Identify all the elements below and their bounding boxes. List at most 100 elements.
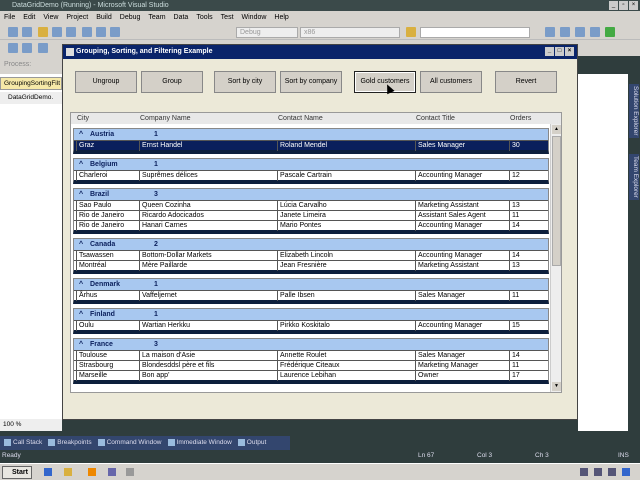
copy-icon[interactable]	[96, 27, 106, 37]
tray-icon[interactable]	[608, 468, 616, 476]
sort-by-company-button[interactable]: Sort by company	[280, 71, 342, 93]
tab-command-window[interactable]: Command Window	[97, 439, 162, 447]
tray-icon[interactable]	[594, 468, 602, 476]
table-row[interactable]: Rio de Janeiro Hanari Carnes Mario Pontes A…	[74, 220, 548, 231]
table-row[interactable]: Tsawassen Bottom-Dollar Markets Elizabeth …	[74, 250, 548, 261]
column-header-city[interactable]: City	[77, 113, 89, 124]
column-header-contact-title[interactable]: Contact Title	[416, 113, 455, 124]
group-header[interactable]: ^ Denmark 1	[74, 279, 548, 290]
collapse-icon[interactable]: ^	[79, 129, 83, 140]
platform-select[interactable]: x86	[300, 27, 400, 38]
menu-tools[interactable]: Tools	[196, 11, 212, 24]
toolbox-icon[interactable]	[590, 27, 600, 37]
collapse-icon[interactable]: ^	[79, 239, 83, 250]
column-header-contact-name[interactable]: Contact Name	[278, 113, 323, 124]
close-button[interactable]: ×	[629, 1, 638, 10]
sort-by-city-button[interactable]: Sort by city	[214, 71, 276, 93]
explorer-icon[interactable]	[64, 468, 72, 476]
ie-icon[interactable]	[44, 468, 52, 476]
menu-debug[interactable]: Debug	[120, 11, 141, 24]
group-button[interactable]: Group	[141, 71, 203, 93]
group-header[interactable]: ^ Austria 1	[74, 129, 548, 140]
tab-breakpoints[interactable]: Breakpoints	[48, 439, 92, 447]
table-row[interactable]: Sao Paulo Queen Cozinha Lúcia Carvalho Mark…	[74, 200, 548, 211]
collapse-icon[interactable]: ^	[79, 159, 83, 170]
media-icon[interactable]	[88, 468, 96, 476]
object-browser-icon[interactable]	[575, 27, 585, 37]
menu-file[interactable]: File	[4, 11, 15, 24]
menu-build[interactable]: Build	[96, 11, 112, 24]
team-explorer-tab[interactable]: Team Explorer	[629, 154, 639, 200]
all-customers-button[interactable]: All customers	[420, 71, 482, 93]
zoom-level[interactable]: 100 %	[0, 419, 62, 431]
layout-icon[interactable]	[8, 43, 18, 53]
collapse-icon[interactable]: ^	[79, 309, 83, 320]
group-header[interactable]: ^ Finland 1	[74, 309, 548, 320]
menu-view[interactable]: View	[43, 11, 58, 24]
group-header[interactable]: ^ Brazil 3	[74, 189, 548, 200]
save-all-icon[interactable]	[66, 27, 76, 37]
cut-icon[interactable]	[82, 27, 92, 37]
vertical-scrollbar[interactable]: ▲ ▼	[550, 124, 561, 392]
table-row[interactable]: Rio de Janeiro Ricardo Adocicados Janete L…	[74, 210, 548, 221]
tray-icon[interactable]	[580, 468, 588, 476]
menu-data[interactable]: Data	[174, 11, 189, 24]
properties-icon[interactable]	[560, 27, 570, 37]
tab-order-icon[interactable]	[38, 43, 48, 53]
open-icon[interactable]	[38, 27, 48, 37]
dialog-close-button[interactable]: ×	[565, 47, 574, 56]
dialog-maximize-button[interactable]: □	[555, 47, 564, 56]
dialog-minimize-button[interactable]: _	[545, 47, 554, 56]
config-select[interactable]: Debug	[236, 27, 298, 38]
group-header[interactable]: ^ France 3	[74, 339, 548, 350]
menu-project[interactable]: Project	[66, 11, 88, 24]
document-tab[interactable]: GroupingSortingFilt	[0, 77, 62, 90]
table-row[interactable]: Marseille Bon app' Laurence Lebihan Owner 17	[74, 370, 548, 381]
solution-explorer-icon[interactable]	[545, 27, 555, 37]
menu-edit[interactable]: Edit	[23, 11, 35, 24]
table-row[interactable]: Oulu Wartian Herkku Pirkko Koskitalo Accoun…	[74, 320, 548, 331]
table-row[interactable]: Graz Ernst Handel Roland Mendel Sales Manag…	[74, 140, 548, 151]
group-header[interactable]: ^ Belgium 1	[74, 159, 548, 170]
table-row[interactable]: Toulouse La maison d'Asie Annette Roulet Sa…	[74, 350, 548, 361]
group-header[interactable]: ^ Canada 2	[74, 239, 548, 250]
save-icon[interactable]	[52, 27, 62, 37]
menu-team[interactable]: Team	[148, 11, 165, 24]
paste-icon[interactable]	[110, 27, 120, 37]
collapse-icon[interactable]: ^	[79, 339, 83, 350]
solution-explorer-tab[interactable]: Solution Explorer	[629, 84, 639, 138]
scroll-up-icon[interactable]: ▲	[552, 125, 561, 134]
column-header-orders[interactable]: Orders	[510, 113, 531, 124]
add-item-icon[interactable]	[22, 27, 32, 37]
column-header-company-name[interactable]: Company Name	[140, 113, 191, 124]
scroll-thumb[interactable]	[552, 136, 561, 266]
collapse-icon[interactable]: ^	[79, 279, 83, 290]
tab-output[interactable]: Output	[237, 439, 266, 447]
revert-button[interactable]: Revert	[495, 71, 557, 93]
scroll-down-icon[interactable]: ▼	[552, 382, 561, 391]
tray-icon[interactable]	[622, 468, 630, 476]
restore-button[interactable]: ▫	[619, 1, 628, 10]
menu-help[interactable]: Help	[274, 11, 288, 24]
minimize-button[interactable]: _	[609, 1, 618, 10]
code-editor[interactable]	[0, 74, 62, 419]
find-input[interactable]	[420, 27, 530, 38]
start-page-icon[interactable]	[605, 27, 615, 37]
code-file-dropdown[interactable]: DataGridDemo.	[0, 92, 62, 104]
start-button[interactable]: Start	[2, 466, 32, 479]
table-row[interactable]: Århus Vaffeljernet Palle Ibsen Sales Manage…	[74, 290, 548, 301]
vs-taskbar-icon[interactable]	[108, 468, 116, 476]
collapse-icon[interactable]: ^	[79, 189, 83, 200]
menu-test[interactable]: Test	[221, 11, 234, 24]
new-project-icon[interactable]	[8, 27, 18, 37]
tab-call-stack[interactable]: Call Stack	[4, 439, 42, 447]
table-row[interactable]: Strasbourg Blondesddsl père et fils Frédér…	[74, 360, 548, 371]
align-icon[interactable]	[22, 43, 32, 53]
app-taskbar-icon[interactable]	[126, 468, 134, 476]
table-row[interactable]: Montréal Mère Paillarde Jean Fresnière Mark…	[74, 260, 548, 271]
data-grid[interactable]: City Company Name Contact Name Contact Titl…	[70, 112, 562, 393]
tab-immediate-window[interactable]: Immediate Window	[167, 439, 232, 447]
find-icon[interactable]	[406, 27, 416, 37]
menu-window[interactable]: Window	[242, 11, 267, 24]
table-row[interactable]: Charleroi Suprêmes délices Pascale Cartrai…	[74, 170, 548, 181]
